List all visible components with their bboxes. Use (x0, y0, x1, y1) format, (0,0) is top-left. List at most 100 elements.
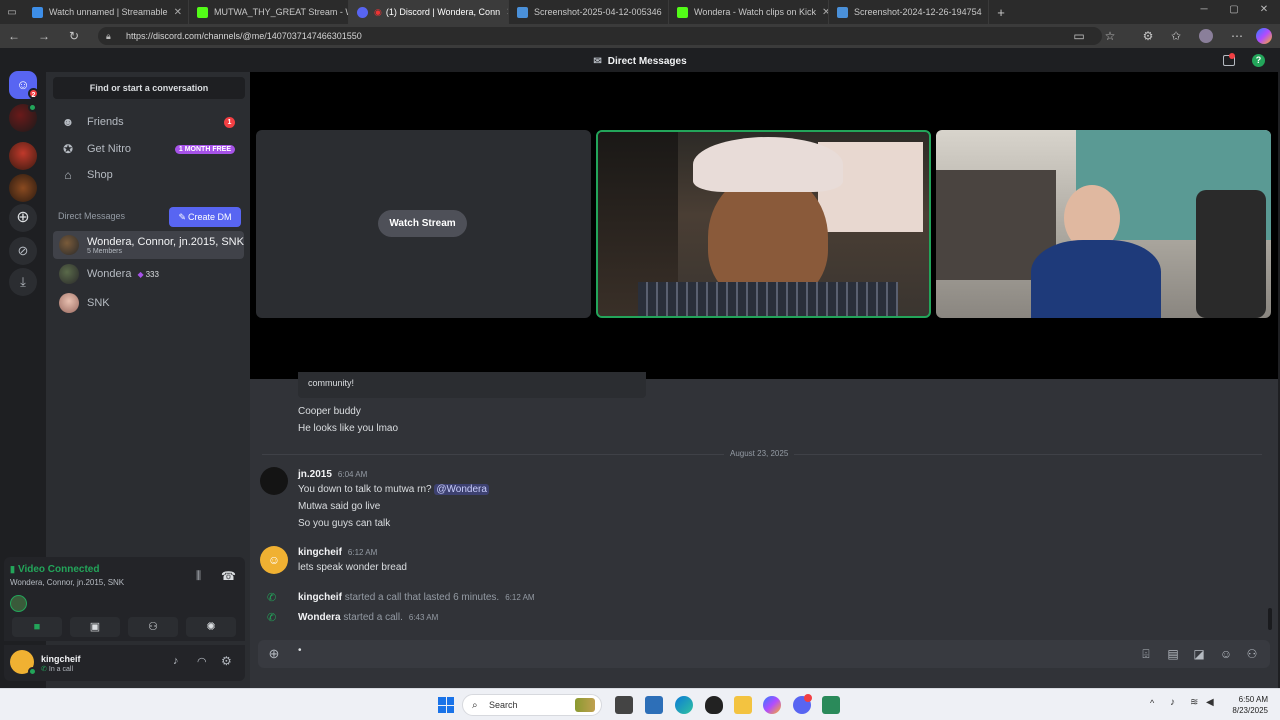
help-icon[interactable]: ? (1252, 54, 1265, 67)
activities-button[interactable]: ⚇ (128, 617, 178, 637)
message-author[interactable]: kingcheif (298, 592, 342, 603)
discover-icon[interactable]: ⊘ (9, 237, 37, 265)
browser-tab[interactable]: Wondera - Watch clips on Kick✕ (669, 0, 829, 24)
gif-icon[interactable]: ▤ (1165, 646, 1181, 662)
dm-item-group[interactable]: Wondera, Connor, jn.2015, SNK 5 Members (53, 231, 244, 259)
extensions-icon[interactable]: ⚙ (1140, 28, 1156, 44)
tab-title: MUTWA_THY_GREAT Stream - W (214, 7, 349, 17)
edge-icon[interactable] (675, 696, 693, 714)
emoji-icon[interactable]: ☺ (1218, 646, 1234, 662)
close-tab-icon[interactable]: ✕ (982, 7, 989, 18)
user-status-text: In a call (48, 665, 73, 673)
create-dm-label: Create DM (188, 212, 232, 222)
store-icon[interactable] (645, 696, 663, 714)
profile-avatar[interactable] (1199, 29, 1213, 43)
download-icon[interactable]: ⤓ (9, 268, 37, 296)
tab-title: Screenshot-2024-12-26-194754 (854, 7, 982, 17)
add-server-icon[interactable]: ⊕ (9, 204, 37, 232)
taskview-icon[interactable] (615, 696, 633, 714)
sidebar-item-shop[interactable]: ⌂ Shop (53, 163, 245, 187)
server-icon[interactable] (9, 174, 37, 202)
camera-button[interactable]: ■ (12, 617, 62, 637)
disconnect-icon[interactable]: ☎ (221, 569, 236, 583)
message-author[interactable]: jn.2015 (298, 469, 332, 480)
mic-tray-icon[interactable]: ♪ (1170, 697, 1175, 708)
taskbar-search[interactable]: ⌕ Search (462, 694, 602, 716)
close-window-icon[interactable]: ✕ (1256, 4, 1272, 20)
voice-status[interactable]: ▮ Video Connected (10, 564, 99, 575)
avatar[interactable]: ☺ (260, 546, 288, 574)
sticker-icon[interactable]: ◪ (1191, 646, 1207, 662)
chat-scrollbar[interactable] (1268, 608, 1272, 630)
voice-status-text: Video Connected (17, 564, 100, 575)
clock-date[interactable]: 8/23/2025 (1222, 706, 1268, 715)
close-tab-icon[interactable]: ✕ (168, 7, 182, 18)
app-available-icon[interactable]: ▭ (1071, 28, 1087, 44)
sidebar-item-nitro[interactable]: ✪ Get Nitro 1 MONTH FREE (53, 137, 245, 161)
url-field[interactable]: 🔒︎ https://discord.com/channels/@me/1407… (98, 27, 1102, 45)
sidebar-item-friends[interactable]: ☻ Friends 1 (53, 110, 245, 134)
minimize-icon[interactable]: ─ (1196, 4, 1212, 20)
find-conversation-button[interactable]: Find or start a conversation (53, 77, 245, 99)
more-icon[interactable]: ⋯ (1229, 28, 1245, 44)
favorites-bar-icon[interactable]: ✩ (1168, 28, 1184, 44)
browser-tab-active[interactable]: ◉(1) Discord | Wondera, Conn✕ (349, 0, 509, 24)
voice-channel-name[interactable]: Wondera, Connor, jn.2015, SNK (10, 578, 124, 587)
system-message-text: started a call. (343, 612, 403, 623)
watch-stream-button[interactable]: Watch Stream (378, 210, 467, 237)
file-explorer-icon[interactable] (734, 696, 752, 714)
video-tile[interactable] (936, 130, 1271, 318)
message-composer[interactable] (258, 640, 1270, 668)
kick-icon (677, 6, 688, 18)
refresh-icon[interactable]: ↻ (66, 28, 82, 44)
tray-overflow-icon[interactable]: ^ (1150, 698, 1154, 708)
avatar[interactable] (260, 467, 288, 495)
browser-tab[interactable]: Screenshot-2025-04-12-005346✕ (509, 0, 669, 24)
mic-icon[interactable]: ♪ (173, 655, 179, 667)
streamable-icon (32, 6, 43, 18)
add-attachment-icon[interactable]: ⊕ (266, 646, 282, 662)
online-status-icon (28, 667, 37, 676)
copilot-icon[interactable] (763, 696, 781, 714)
browser-tab[interactable]: Watch unnamed | Streamable ✕ (24, 0, 189, 24)
maximize-icon[interactable]: ▢ (1226, 4, 1242, 20)
noise-suppression-icon[interactable]: ⫼ (196, 570, 201, 583)
soundboard-button[interactable]: ✺ (186, 617, 236, 637)
browser-tab[interactable]: MUTWA_THY_GREAT Stream - W✕ (189, 0, 349, 24)
message-author[interactable]: kingcheif (298, 547, 342, 558)
favorite-icon[interactable]: ☆ (1102, 28, 1118, 44)
dm-item-snk[interactable]: SNK (53, 289, 244, 317)
settings-gear-icon[interactable]: ⚙ (221, 654, 232, 668)
message-input[interactable]: • (298, 645, 302, 656)
clock-time[interactable]: 6:50 AM (1222, 695, 1268, 704)
server-icon[interactable] (9, 142, 37, 170)
apps-icon[interactable]: ⚇ (1244, 646, 1260, 662)
app-icon[interactable] (822, 696, 840, 714)
close-tab-icon[interactable]: ✕ (500, 7, 508, 18)
user-status: ✆ In a call (41, 665, 73, 674)
new-tab-icon[interactable]: + (989, 5, 1013, 20)
video-tile-speaking[interactable] (596, 130, 931, 318)
windows-start-icon[interactable] (438, 697, 454, 713)
user-mention[interactable]: @Wondera (434, 484, 489, 495)
dm-item-wondera[interactable]: Wondera ◆ 333 (53, 260, 244, 288)
gift-icon[interactable]: ⌹ (1138, 646, 1154, 662)
browser-tab[interactable]: Screenshot-2024-12-26-194754✕ (829, 0, 989, 24)
voice-participant-avatar[interactable] (10, 595, 27, 612)
back-icon[interactable]: ← (6, 28, 22, 44)
screen-share-button[interactable]: ▣ (70, 617, 120, 637)
tab-actions-icon[interactable]: ▭ (0, 0, 24, 24)
volume-icon[interactable]: ◀ (1206, 697, 1214, 708)
copilot-icon[interactable] (1256, 28, 1272, 44)
headphones-icon[interactable]: ◠ (197, 655, 207, 668)
app-icon[interactable] (705, 696, 723, 714)
wifi-icon[interactable]: ≋ (1190, 697, 1198, 708)
create-dm-button[interactable]: ✎ Create DM (169, 207, 241, 227)
close-tab-icon[interactable]: ✕ (816, 7, 828, 18)
message-author[interactable]: Wondera (298, 612, 341, 623)
participant-sweater (1031, 240, 1161, 318)
message-header: kingcheif 6:12 AM (298, 547, 377, 558)
dm-member-count: 5 Members (87, 247, 123, 255)
close-tab-icon[interactable]: ✕ (662, 7, 669, 18)
forward-icon[interactable]: → (36, 28, 52, 44)
